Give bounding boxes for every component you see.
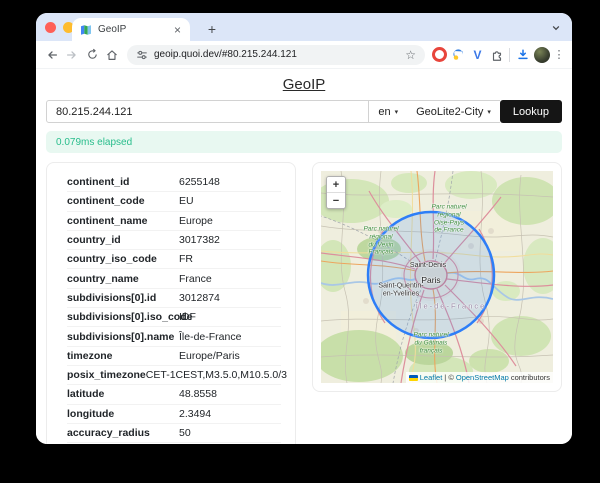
browser-tab[interactable]: GeoIP × [72,18,190,41]
field-key: longitude [67,408,179,420]
browser-menu-icon[interactable]: ⋮ [552,48,566,61]
browser-window: GeoIP × + geoip.quoi.dev/ [36,13,572,444]
table-row: accuracy_radius50 [67,424,281,443]
field-key: timezone [67,350,179,362]
map-label: Parc naturel régional Oise-Pays de Franc… [431,203,466,234]
new-tab-button[interactable]: + [202,19,222,39]
field-value: Europe [179,215,281,227]
table-row: subdivisions[0].nameÎle-de-France [67,327,281,346]
lookup-form: en ▾ GeoLite2-City ▾ Lookup [46,100,562,123]
page-content: GeoIP en ▾ GeoLite2-City ▾ Lookup 0.079m… [36,69,572,444]
field-key: latitude [67,388,179,400]
tab-strip: GeoIP × + [36,13,572,41]
field-value: CET-1CEST,M3.5.0,M10.5.0/3 [146,369,287,381]
field-value: France [179,273,281,285]
table-row: subdivisions[0].id3012874 [67,289,281,308]
field-value: Europe/Paris [179,350,281,362]
bookmark-star-icon[interactable]: ☆ [405,48,416,62]
chevron-down-icon: ▾ [487,108,491,116]
map-label: Saint-Quentin- en-Yvelines [378,283,423,300]
table-row: latitude48.8558 [67,385,281,404]
favicon-map-icon [80,24,92,36]
map-attribution: Leaflet | © OpenStreetMap contributors [406,372,553,383]
map-label: Saint-Denis [410,262,446,270]
ukraine-flag-icon [409,375,418,381]
close-tab-icon[interactable]: × [173,24,182,36]
reload-icon[interactable] [82,44,102,66]
field-value: EU [179,195,281,207]
table-row: subdivisions[0].iso_codeIDF [67,308,281,327]
field-value: 2.3494 [179,408,281,420]
field-key: subdivisions[0].iso_code [67,311,179,323]
toolbar-divider [509,48,510,62]
field-value: Île-de-France [179,331,281,343]
zoom-in-button[interactable]: + [327,177,345,192]
browser-toolbar: geoip.quoi.dev/#80.215.244.121 ☆ V ⋮ [36,41,572,69]
status-message: 0.079ms elapsed [46,131,562,153]
field-key: continent_name [67,215,179,227]
home-icon[interactable] [102,44,122,66]
leaflet-link[interactable]: Leaflet [420,373,443,382]
field-value: 48.8558 [179,388,281,400]
map-zoom-control: + − [326,176,346,209]
field-key: continent_code [67,195,179,207]
field-value: 3012874 [179,292,281,304]
field-value: 3017382 [179,234,281,246]
table-row: continent_nameEurope [67,212,281,231]
field-key: country_name [67,273,179,285]
table-row: continent_id6255148 [67,173,281,192]
map-panel: Saint-Denis ParisSaint-Quentin- en-Yvelin… [312,162,562,392]
address-bar[interactable]: geoip.quoi.dev/#80.215.244.121 ☆ [127,45,425,65]
url-text[interactable]: geoip.quoi.dev/#80.215.244.121 [154,49,399,60]
close-window-button[interactable] [45,22,56,33]
table-row: country_nameFrance [67,269,281,288]
back-icon[interactable] [42,44,62,66]
osm-link[interactable]: OpenStreetMap [456,373,509,382]
table-row: continent_codeEU [67,192,281,211]
field-key: subdivisions[0].name [67,331,179,343]
tab-title: GeoIP [98,24,173,35]
lookup-button[interactable]: Lookup [500,100,562,123]
extension-vimium-icon[interactable]: V [468,45,487,65]
site-settings-icon[interactable] [136,49,148,61]
field-key: continent_id [67,176,179,188]
page-title-link[interactable]: GeoIP [283,76,326,93]
map-label: Parc naturel du Gâtinais français [413,331,448,354]
language-select[interactable]: en ▾ [369,100,407,123]
field-key: country_id [67,234,179,246]
extension-blue-drop-icon[interactable] [449,45,468,65]
field-key: subdivisions[0].id [67,292,179,304]
field-value: 6255148 [179,176,281,188]
field-value: FR [179,253,281,265]
map-labels: Saint-Denis ParisSaint-Quentin- en-Yvelin… [321,171,553,383]
zoom-out-button[interactable]: − [327,192,345,208]
tab-search-chevron-icon[interactable] [548,20,563,35]
results-table: continent_id6255148continent_codeEUconti… [46,162,296,444]
table-row: timezoneEurope/Paris [67,347,281,366]
field-value: IDF [179,311,281,323]
ip-address-input[interactable] [46,100,369,123]
table-row: posix_timezoneCET-1CEST,M3.5.0,M10.5.0/3 [67,366,281,385]
field-key: country_iso_code [67,253,179,265]
table-row: country_id3017382 [67,231,281,250]
field-key: posix_timezone [67,369,146,381]
field-key: accuracy_radius [67,427,179,439]
extensions-puzzle-icon[interactable] [487,45,506,65]
forward-icon[interactable] [62,44,82,66]
table-row: is_in_european_uniontrue [67,443,281,444]
leaflet-map[interactable]: Saint-Denis ParisSaint-Quentin- en-Yvelin… [321,171,553,383]
map-label: Paris [421,275,440,285]
downloads-icon[interactable] [513,45,532,65]
map-label: Parc naturel régional du Vexin Français [363,225,398,256]
chevron-down-icon: ▾ [395,108,399,116]
field-value: 50 [179,427,281,439]
table-row: country_iso_codeFR [67,250,281,269]
database-select[interactable]: GeoLite2-City ▾ [407,100,500,123]
map-label: Île-de-France [416,302,487,311]
extension-red-o-icon[interactable] [430,45,449,65]
profile-avatar[interactable] [534,47,550,63]
table-row: longitude2.3494 [67,405,281,424]
